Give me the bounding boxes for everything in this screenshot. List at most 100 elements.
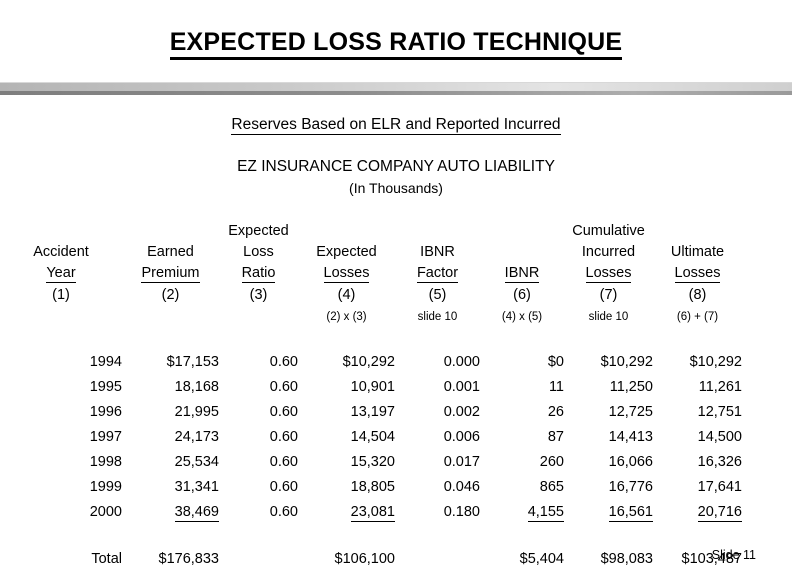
cell-pad: [742, 445, 792, 470]
cell-expected-losses: 18,805: [350, 479, 395, 495]
cell-cumulative-incurred: 14,413: [608, 429, 653, 445]
cell-earned-premium: 24,173: [174, 429, 219, 445]
header-6-line1: [480, 218, 564, 239]
subtitle-company: EZ INSURANCE COMPANY AUTO LIABILITY: [237, 158, 555, 175]
header-7-line3-text: Losses: [585, 265, 632, 283]
header-5-line3: Factor: [395, 260, 480, 283]
cell-cumulative-incurred: 11,250: [609, 379, 653, 395]
header-2-line1: [122, 218, 219, 239]
header-body-spacer-cell: [0, 323, 792, 345]
header-1-line3: Year: [0, 260, 122, 283]
header-2-line3: Premium: [122, 260, 219, 283]
cell-ibnr-factor: 0.006: [443, 429, 480, 445]
header-note-6: (4) x (5): [501, 311, 543, 323]
cell-expected-losses: 15,320: [350, 454, 395, 470]
header-6-line3-text: IBNR: [504, 265, 540, 283]
cell-earned-premium-text: 38,469: [174, 504, 219, 522]
cell-elr: 0.60: [269, 354, 298, 370]
header-number-6: (6): [513, 287, 531, 303]
cell-pad: [742, 420, 792, 445]
cell-total-cumulative-incurred: $98,083: [600, 551, 653, 567]
header-pad-line3: [742, 260, 792, 281]
cell-expected-losses-text: 23,081: [350, 504, 395, 522]
header-note-1: [0, 303, 122, 323]
table-header-row-3: Year Premium Ratio Losses Factor IBNR Lo…: [0, 260, 792, 283]
table-header-numbers-row: (1) (2) (3) (4) (5) (6) (7) (8): [0, 281, 792, 303]
cell-cumulative-incurred: $10,292: [600, 354, 653, 370]
cell-cumulative-incurred-text: 16,561: [608, 504, 653, 522]
cell-total-expected-losses: $106,100: [334, 551, 395, 567]
header-6-line2: [480, 239, 564, 260]
slide-canvas: EXPECTED LOSS RATIO TECHNIQUE Reserves B…: [0, 0, 792, 576]
cell-year: 1999: [89, 479, 122, 495]
cell-elr: 0.60: [269, 454, 298, 470]
header-5-line1: [395, 218, 480, 239]
header-note-5: slide 10: [417, 311, 458, 323]
cell-ultimate-losses: 11,261: [698, 379, 742, 395]
cell-earned-premium: 31,341: [174, 479, 219, 495]
slide-number: Slide 11: [711, 548, 756, 562]
header-5-line2: IBNR: [420, 244, 455, 260]
table-header-row-1: Expected Cumulative: [0, 218, 792, 239]
cell-ultimate-losses: 20,716: [653, 495, 742, 522]
header-6-line3: IBNR: [480, 260, 564, 283]
cell-expected-losses: 10,901: [350, 379, 395, 395]
table-row: 1995 18,168 0.60 10,901 0.001 11 11,250 …: [0, 370, 792, 395]
header-number-5: (5): [428, 287, 447, 303]
total-spacer-cell: [0, 520, 792, 542]
header-3-line3: Ratio: [219, 260, 298, 283]
cell-elr: 0.60: [269, 429, 298, 445]
cell-year: 1995: [89, 379, 122, 395]
header-pad-notes: [742, 303, 792, 323]
cell-ibnr-factor: 0.180: [443, 504, 480, 520]
header-pad-line2: [742, 239, 792, 260]
cell-elr: 0.60: [269, 379, 298, 395]
cell-pad: [742, 345, 792, 370]
header-note-2: [122, 303, 219, 323]
header-pad-numbers: [742, 281, 792, 303]
cell-ibnr: 260: [539, 454, 564, 470]
cell-cumulative-incurred: 16,066: [608, 454, 653, 470]
page-title: EXPECTED LOSS RATIO TECHNIQUE: [0, 28, 792, 60]
cell-ultimate-losses: 14,500: [697, 429, 742, 445]
table-row: 2000 38,469 0.60 23,081 0.180 4,155 16,5…: [0, 495, 792, 522]
header-pad-line1: [742, 218, 792, 239]
cell-total-ibnr: $5,404: [519, 551, 564, 567]
table-total-row: Total $176,833 $106,100 $5,404 $98,083 $…: [0, 542, 792, 567]
cell-earned-premium: 38,469: [122, 495, 219, 522]
header-number-3: (3): [249, 287, 268, 303]
header-body-spacer: [0, 323, 792, 345]
header-7-line2: Incurred: [581, 244, 636, 260]
header-8-line1: [653, 218, 742, 239]
cell-ibnr-factor: 0.017: [443, 454, 480, 470]
cell-ibnr: 26: [547, 404, 564, 420]
header-1-line2: Accident: [33, 244, 89, 260]
subtitle-reserves: Reserves Based on ELR and Reported Incur…: [0, 116, 792, 135]
header-divider-light: [0, 82, 792, 91]
header-number-1: (1): [52, 287, 70, 303]
cell-total-earned-premium: $176,833: [158, 551, 219, 567]
table-row: 1999 31,341 0.60 18,805 0.046 865 16,776…: [0, 470, 792, 495]
header-4-line3: Losses: [298, 260, 395, 283]
table-row: 1994 $17,153 0.60 $10,292 0.000 $0 $10,2…: [0, 345, 792, 370]
header-2-line3-text: Premium: [141, 265, 200, 283]
cell-elr: 0.60: [269, 404, 298, 420]
cell-elr: 0.60: [269, 479, 298, 495]
cell-ibnr: 865: [539, 479, 564, 495]
cell-year: 1994: [89, 354, 122, 370]
header-5-line3-text: Factor: [416, 265, 459, 283]
cell-earned-premium: 18,168: [174, 379, 219, 395]
header-divider-dark: [0, 91, 792, 95]
header-3-line1: Expected: [228, 223, 289, 239]
cell-pad: [742, 395, 792, 420]
cell-elr: 0.60: [269, 504, 298, 520]
cell-year: 1998: [89, 454, 122, 470]
header-3-line2: Loss: [243, 244, 274, 260]
cell-pad: [742, 470, 792, 495]
subtitle-units: (In Thousands): [349, 180, 443, 196]
cell-ibnr-text: 4,155: [527, 504, 564, 522]
table-header-row-2: Accident Earned Loss Expected IBNR Incur…: [0, 239, 792, 260]
table-header-notes-row: (2) x (3) slide 10 (4) x (5) slide 10 (6…: [0, 303, 792, 323]
cell-pad: [742, 370, 792, 395]
header-number-2: (2): [161, 287, 180, 303]
